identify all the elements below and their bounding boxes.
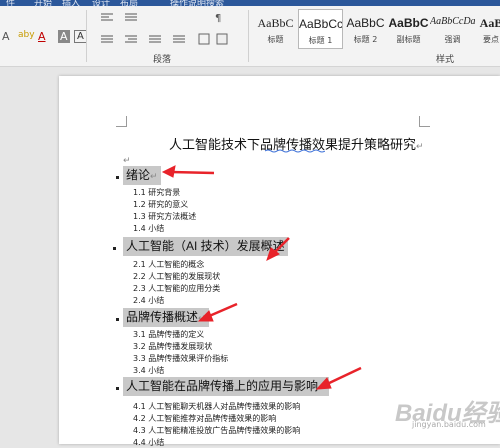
style-sample: AaBbC [346,16,385,30]
style-name: 副标题 [396,35,421,44]
style-emphasis[interactable]: AaBbCcDa 强调 [430,9,475,49]
style-subtitle[interactable]: AaBbC 副标题 [386,9,431,49]
styles-group-label: 样式 [436,55,455,65]
character-shading-icon[interactable]: A [58,30,70,43]
style-name: 强调 [444,35,461,44]
tab-file[interactable]: 件 [6,0,15,9]
group-separator [248,10,249,62]
ribbon-tab-bar: 件 开始 插入 设计 布局 操作说明搜索 [0,0,500,9]
font-color-icon[interactable]: A [38,30,46,43]
tab-insert[interactable]: 插入 [62,0,80,9]
style-strong[interactable]: AaB 要点 [476,9,500,49]
style-sample: AaBbC [388,16,429,30]
watermark-url: jingyan.baidu.com [412,420,486,429]
style-sample: AaBbC [257,16,294,30]
tell-me-search[interactable]: 操作说明搜索 [170,0,224,9]
red-arrow-icon [315,366,362,390]
paragraph-tools: ¶ [101,13,228,45]
style-heading-1[interactable]: AaBbCc 标题 1 [298,9,343,49]
red-arrow-icon [266,237,290,261]
style-sample: AaBbCcDa [430,16,475,27]
style-heading-2[interactable]: AaBbC 标题 2 [343,9,388,49]
tab-design[interactable]: 设计 [92,0,110,9]
style-name: 标题 [267,35,284,44]
tab-layout[interactable]: 布局 [120,0,138,9]
style-sample: AaBbCc [299,17,342,31]
svg-text:¶: ¶ [215,13,221,24]
group-separator [86,10,87,62]
style-name: 标题 1 [308,36,333,45]
highlight-icon[interactable]: aby [18,30,35,40]
character-border-icon[interactable]: A [74,30,87,43]
ribbon: 件 开始 插入 设计 布局 操作说明搜索 A aby A A A ¶ 段落 样式… [0,0,500,67]
red-arrow-icon [161,165,215,178]
tab-home[interactable]: 开始 [34,0,52,9]
style-name: 标题 2 [353,35,378,44]
style-sample: AaB [479,16,500,30]
text-effects-icon[interactable]: A [2,30,10,43]
style-title[interactable]: AaBbC 标题 [253,9,298,49]
annotation-arrows [161,165,362,390]
paragraph-group-label: 段落 [153,55,172,65]
document-page[interactable]: 人工智能技术下品牌传播效果提升策略研究↵ ↵ 绪论↵ 1.1 研究背景 1.2 … [59,76,500,447]
style-name: 要点 [483,35,499,44]
red-arrow-icon [197,302,238,322]
